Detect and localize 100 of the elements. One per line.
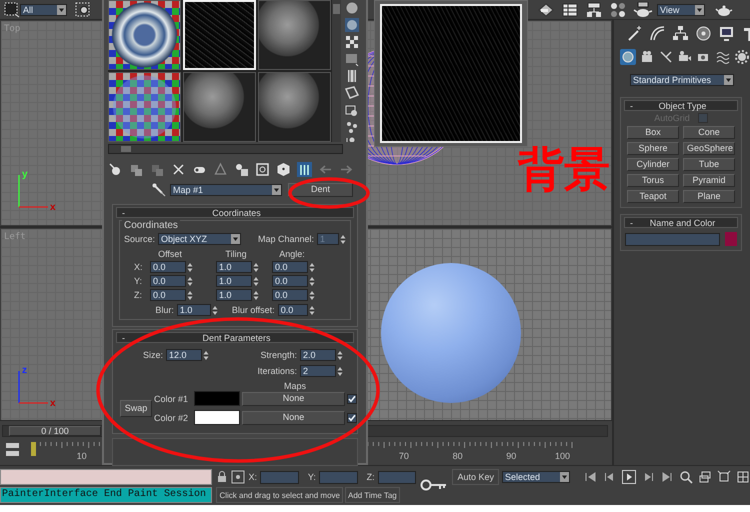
diamond-icon[interactable] <box>537 2 555 18</box>
map-button[interactable]: None <box>242 392 345 406</box>
script-listener-input[interactable] <box>0 469 212 485</box>
wand-icon[interactable] <box>626 24 643 42</box>
map-type-button[interactable]: Dent <box>288 183 353 197</box>
pick-material-icon[interactable] <box>108 162 123 176</box>
key-icon[interactable] <box>420 477 448 493</box>
field-label: Blur: <box>155 305 174 315</box>
skip-start-icon[interactable] <box>584 470 598 484</box>
view-dropdown[interactable]: View <box>657 4 705 16</box>
spheres-icon[interactable] <box>609 2 627 18</box>
absolute-mode-icon[interactable] <box>231 470 246 484</box>
selection-icon[interactable] <box>75 2 91 18</box>
field-label: Color #1 <box>154 394 190 404</box>
primitive-button[interactable]: Plane <box>683 190 735 203</box>
cross-icon[interactable] <box>171 162 186 176</box>
number-field[interactable]: 0.0 <box>272 289 308 301</box>
script-listener-output[interactable]: PainterInterface End Paint Session <box>0 487 212 503</box>
column-header: Tiling <box>224 249 248 259</box>
time-slider-thumb[interactable]: 0 / 100 <box>9 426 101 436</box>
hierarchy-icon[interactable] <box>585 2 603 18</box>
number-field[interactable]: 0.0 <box>278 304 308 316</box>
number-field[interactable]: 12.0 <box>166 349 202 361</box>
primitive-button[interactable]: Torus <box>627 174 679 187</box>
rollout-header[interactable]: - Dent Parameters <box>116 332 354 343</box>
monitor-icon[interactable] <box>718 24 735 42</box>
skip-end-icon[interactable] <box>660 470 674 484</box>
dice-icon[interactable] <box>276 162 291 176</box>
bars-icon[interactable] <box>297 162 312 176</box>
source-dropdown[interactable]: Object XYZ <box>158 233 242 245</box>
number-field[interactable]: 1.0 <box>176 304 211 316</box>
color-swatch[interactable] <box>194 410 240 425</box>
nodes-icon[interactable] <box>345 120 359 134</box>
map-button[interactable]: None <box>242 410 345 424</box>
primitive-button[interactable]: Cone <box>683 126 735 139</box>
table-icon[interactable] <box>561 2 579 18</box>
primitive-button[interactable]: Teapot <box>627 190 679 203</box>
zoom-all-icon[interactable] <box>698 470 712 484</box>
rollout-header[interactable]: - Name and Color <box>624 217 738 228</box>
axis-gizmo: z x <box>15 363 59 407</box>
sphere-icon[interactable] <box>345 18 359 32</box>
add-time-tag-button[interactable]: Add Time Tag <box>344 487 400 503</box>
filter-dropdown[interactable]: All <box>20 4 67 16</box>
zoom-extents-icon[interactable] <box>717 470 731 484</box>
number-field[interactable]: 0.0 <box>272 261 308 273</box>
color-swatch[interactable] <box>725 232 737 246</box>
primitive-button[interactable]: Sphere <box>627 142 679 155</box>
coordinate-field[interactable] <box>378 470 416 484</box>
tick-label: 100 <box>554 451 570 461</box>
category-dropdown[interactable]: Standard Primitives <box>630 74 734 86</box>
number-field[interactable]: 1.0 <box>216 261 252 273</box>
teapot-icon[interactable] <box>633 2 653 18</box>
number-field[interactable]: 0.0 <box>150 275 186 287</box>
primitive-button[interactable]: GeoSphere <box>683 142 735 155</box>
put-library-icon[interactable] <box>234 162 249 176</box>
checker-icon[interactable] <box>345 35 359 49</box>
scrollbar[interactable] <box>331 0 341 142</box>
scrollbar[interactable] <box>108 144 343 154</box>
checkbox[interactable] <box>347 394 357 404</box>
number-field[interactable]: 1.0 <box>216 275 252 287</box>
tick-label: 80 <box>452 451 463 461</box>
square-icon[interactable] <box>255 162 270 176</box>
primitive-button[interactable]: Tube <box>683 158 735 171</box>
coordinate-field[interactable] <box>318 470 358 484</box>
search-icon[interactable] <box>679 470 693 484</box>
axis-gizmo: y x <box>15 167 59 211</box>
material-slot[interactable] <box>108 0 181 70</box>
number-field[interactable]: 0.0 <box>150 261 186 273</box>
auto-key-button[interactable]: Auto Key <box>452 469 499 485</box>
number-field[interactable]: 0.0 <box>272 275 308 287</box>
rollout-header[interactable]: - Coordinates <box>116 207 354 218</box>
lock-icon[interactable] <box>216 471 228 483</box>
rollout-header[interactable]: - Object Type <box>624 100 738 111</box>
tick-label: 70 <box>398 451 409 461</box>
number-field[interactable]: 2 <box>300 365 336 377</box>
zoom-extents-all-icon[interactable] <box>736 470 750 484</box>
tick-label: 90 <box>506 451 516 461</box>
number-field[interactable]: 0.0 <box>150 289 186 301</box>
number-field[interactable]: 2.0 <box>300 349 336 361</box>
curve-icon[interactable] <box>649 24 666 42</box>
primitive-button[interactable]: Pyramid <box>683 174 735 187</box>
play-icon[interactable] <box>622 470 636 484</box>
key-mode-dropdown[interactable]: Selected <box>502 471 570 483</box>
name-field[interactable] <box>625 232 720 246</box>
checkbox[interactable] <box>347 412 357 422</box>
coordinate-field[interactable] <box>260 470 299 484</box>
map-name-dropdown[interactable]: Map #1 <box>170 184 282 196</box>
primitive-button[interactable]: Cylinder <box>627 158 679 171</box>
swap-button[interactable]: Swap <box>120 400 152 416</box>
track-bar-icon[interactable] <box>6 443 19 456</box>
primitive-button[interactable]: Box <box>627 126 679 139</box>
color-swatch[interactable] <box>194 391 240 406</box>
sphere-icon[interactable] <box>345 1 359 15</box>
hierarchy-icon[interactable] <box>672 24 689 42</box>
selection-region-icon[interactable] <box>4 2 20 18</box>
frame-marker[interactable] <box>31 442 36 456</box>
eyedropper-icon[interactable] <box>152 183 166 197</box>
triangle-icon[interactable] <box>213 162 228 176</box>
circle-icon[interactable] <box>695 24 712 42</box>
number-field[interactable]: 1.0 <box>216 289 252 301</box>
